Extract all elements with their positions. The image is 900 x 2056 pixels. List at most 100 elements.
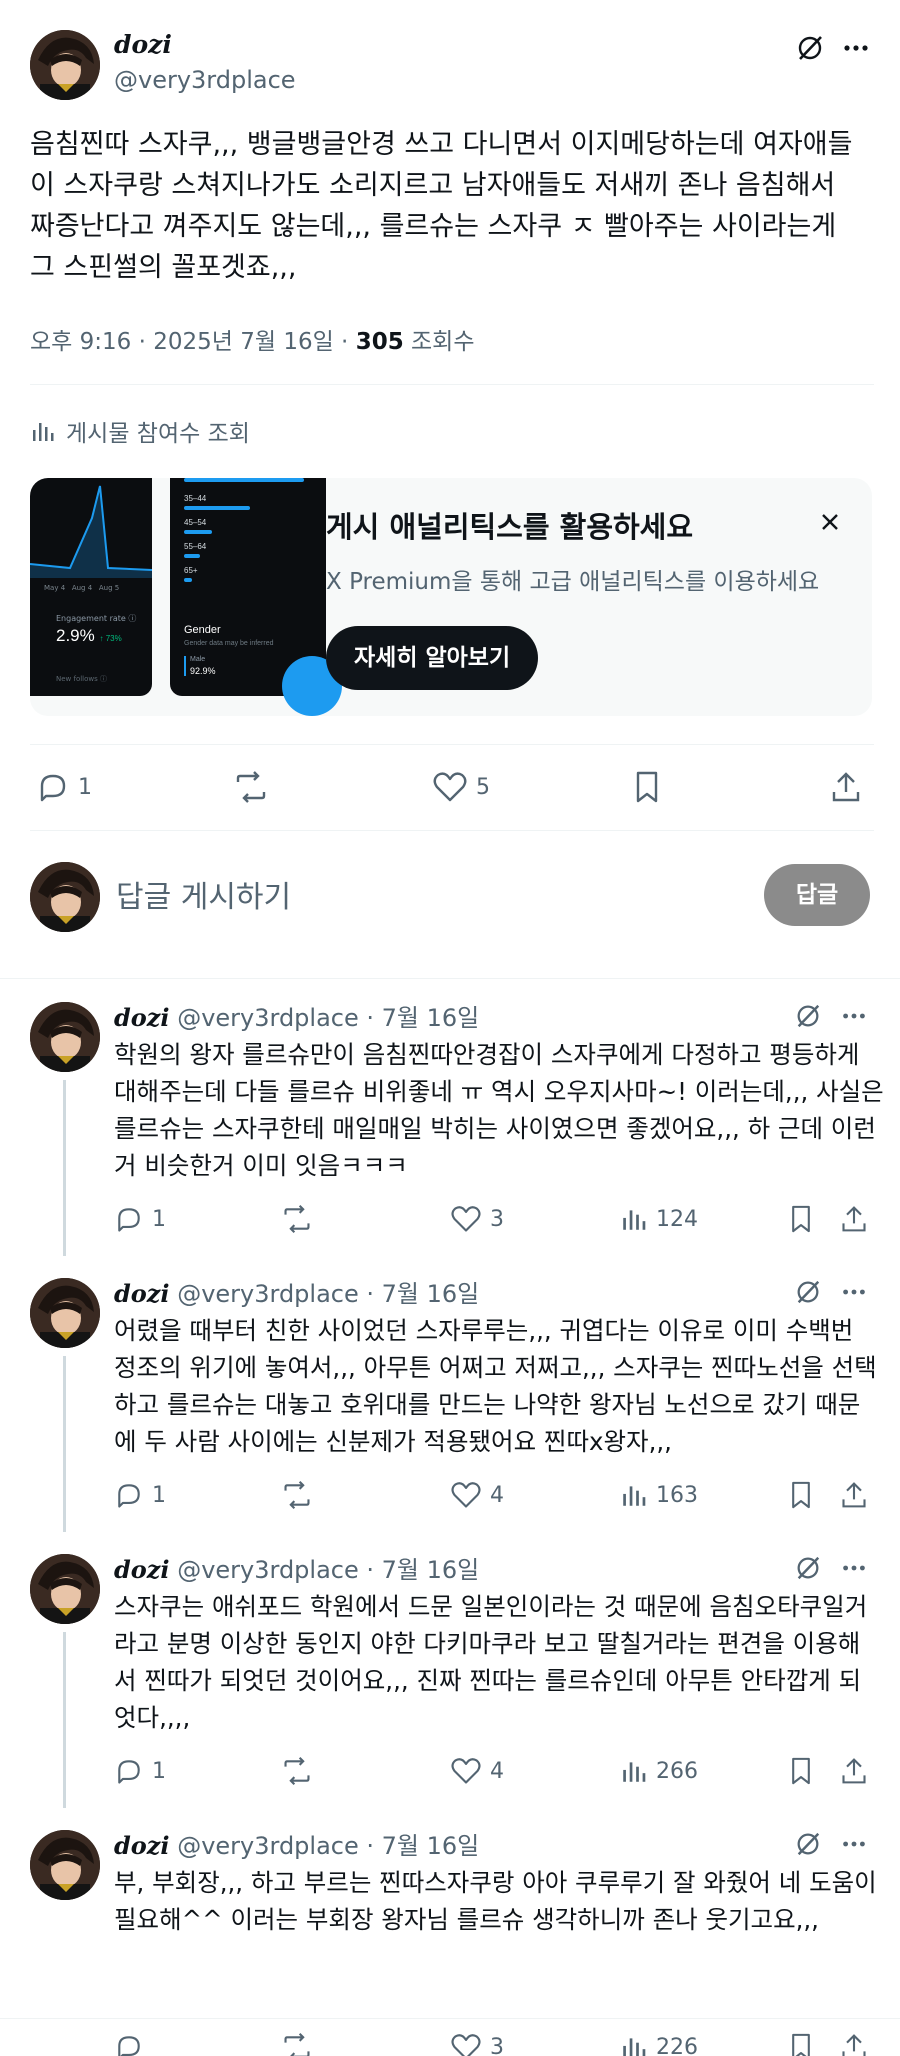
reply-views-action[interactable]: 266 (620, 1756, 698, 1786)
thumb-gender-sub: Gender data may be inferred (184, 640, 274, 647)
reply-bookmark-action[interactable] (788, 1480, 822, 1510)
reply-like-action[interactable]: 4 (450, 1756, 504, 1786)
reply-retweet-action[interactable] (280, 1204, 322, 1234)
divider (0, 978, 900, 979)
share-icon (842, 2034, 866, 2056)
reply-bookmark-action[interactable] (788, 1204, 822, 1234)
more-icon (843, 1565, 865, 1571)
reply-icon (118, 1760, 140, 1784)
reply-retweet-action[interactable] (280, 2032, 322, 2056)
more-icon (843, 1289, 865, 1295)
like-count: 3 (490, 1206, 504, 1232)
share-action[interactable] (830, 770, 870, 804)
analytics-promo-card[interactable]: May 4 Aug 4 Aug 5 Engagement rate ⓘ 2.9%… (30, 478, 872, 716)
more-options-button[interactable] (836, 998, 872, 1034)
post-text: 음침찐따 스자쿠,,, 뱅글뱅글안경 쓰고 다니면서 이지메당하는데 여자애들 … (30, 129, 853, 283)
reply-handle-date[interactable]: @very3rdplace · 7월 16일 (177, 1280, 479, 1308)
thread-connector (63, 1632, 66, 1808)
reply-handle-date[interactable]: @very3rdplace · 7월 16일 (177, 1832, 479, 1860)
reply-author-name[interactable]: dozi (114, 1831, 170, 1860)
reply-bookmark-action[interactable] (788, 2032, 822, 2056)
thread-connector (63, 1356, 66, 1532)
reply-share-action[interactable] (840, 1204, 876, 1234)
like-action[interactable]: 5 (432, 770, 490, 804)
reply-author-avatar[interactable] (30, 1830, 100, 1900)
bookmark-icon (792, 1481, 810, 1509)
reply-handle-date[interactable]: @very3rdplace · 7월 16일 (177, 1004, 479, 1032)
reply-reply-action[interactable]: 1 (114, 1204, 166, 1234)
avatar-image (30, 30, 100, 100)
post-time[interactable]: 오후 9:16 · 2025년 7월 16일 · (30, 329, 356, 355)
age-label-3: 55–64 (184, 542, 207, 551)
reply-icon (118, 1208, 140, 1232)
grok-button[interactable] (790, 998, 826, 1034)
reply-like-action[interactable]: 3 (450, 1204, 504, 1234)
thumb-gender-title: Gender (184, 624, 221, 636)
more-options-button[interactable] (836, 1826, 872, 1862)
more-options-button[interactable] (836, 1550, 872, 1586)
promo-thumbnail-right: 35–44 45–54 55–64 65+ Gender Gender data… (170, 478, 342, 716)
like-count: 5 (476, 774, 490, 800)
reply-retweet-action[interactable] (280, 1480, 322, 1510)
line-chart-graphic (30, 485, 152, 578)
more-options-button[interactable] (836, 28, 876, 68)
author-display-name[interactable]: dozi (114, 30, 172, 59)
avatar-image (30, 1002, 100, 1072)
grok-icon (797, 1556, 820, 1580)
bookmark-icon (792, 1757, 810, 1785)
age-bar (184, 578, 192, 582)
author-handle[interactable]: @very3rdplace (114, 66, 296, 94)
bookmark-icon (792, 2033, 810, 2056)
grok-button[interactable] (790, 1826, 826, 1862)
reply-author-avatar[interactable] (30, 1278, 100, 1348)
grok-button[interactable] (790, 1274, 826, 1310)
reply-handle-date[interactable]: @very3rdplace · 7월 16일 (177, 1556, 479, 1584)
divider (30, 744, 874, 745)
reply-author-avatar[interactable] (30, 1554, 100, 1624)
reply-views-action[interactable]: 124 (620, 1204, 698, 1234)
retweet-action[interactable] (232, 770, 278, 804)
more-icon (844, 45, 868, 51)
reply-submit-button[interactable]: 답글 (764, 864, 870, 926)
promo-close-button[interactable] (810, 502, 850, 542)
bookmark-action[interactable] (632, 770, 670, 804)
reply-count: 1 (152, 1758, 166, 1784)
grok-button[interactable] (790, 28, 830, 68)
reply-like-action[interactable]: 4 (450, 1480, 504, 1510)
reply-icon (118, 1484, 140, 1508)
author-avatar[interactable] (30, 30, 100, 100)
reply-author-avatar[interactable] (30, 1002, 100, 1072)
reply-author-name[interactable]: dozi (114, 1279, 170, 1308)
reply-like-action[interactable]: 3 (450, 2032, 504, 2056)
views-count: 124 (656, 1206, 698, 1232)
reply-share-action[interactable] (840, 2032, 876, 2056)
avatar-image (30, 862, 100, 932)
reply-bookmark-action[interactable] (788, 1756, 822, 1786)
retweet-icon (284, 1757, 310, 1785)
reply-share-action[interactable] (840, 1480, 876, 1510)
reply-compose-input[interactable]: 답글 게시하기 (116, 872, 291, 916)
thumb-dates: May 4 Aug 4 Aug 5 (44, 584, 120, 592)
analytics-icon (33, 423, 54, 441)
promo-learn-more-button[interactable]: 자세히 알아보기 (326, 626, 539, 690)
reply-action[interactable]: 1 (36, 770, 92, 804)
reply-share-action[interactable] (840, 1756, 876, 1786)
reply-reply-action[interactable] (114, 2032, 152, 2056)
reply-views-action[interactable]: 226 (620, 2032, 698, 2056)
retweet-icon (284, 1205, 310, 1233)
close-icon (822, 514, 838, 530)
reply-retweet-action[interactable] (280, 1756, 322, 1786)
reply-author-name[interactable]: dozi (114, 1555, 170, 1584)
view-engagement-link[interactable]: 게시물 참여수 조회 (30, 414, 250, 448)
more-options-button[interactable] (836, 1274, 872, 1310)
views-icon (623, 1762, 646, 1782)
thumb-male-value: 92.9% (190, 666, 216, 676)
reply-views-action[interactable]: 163 (620, 1480, 698, 1510)
reply-icon (40, 774, 66, 802)
reply-reply-action[interactable]: 1 (114, 1480, 166, 1510)
reply-reply-action[interactable]: 1 (114, 1756, 166, 1786)
reply-count: 1 (78, 774, 92, 800)
reply-author-name[interactable]: dozi (114, 1003, 170, 1032)
grok-button[interactable] (790, 1550, 826, 1586)
thread-connector (63, 1080, 66, 1256)
